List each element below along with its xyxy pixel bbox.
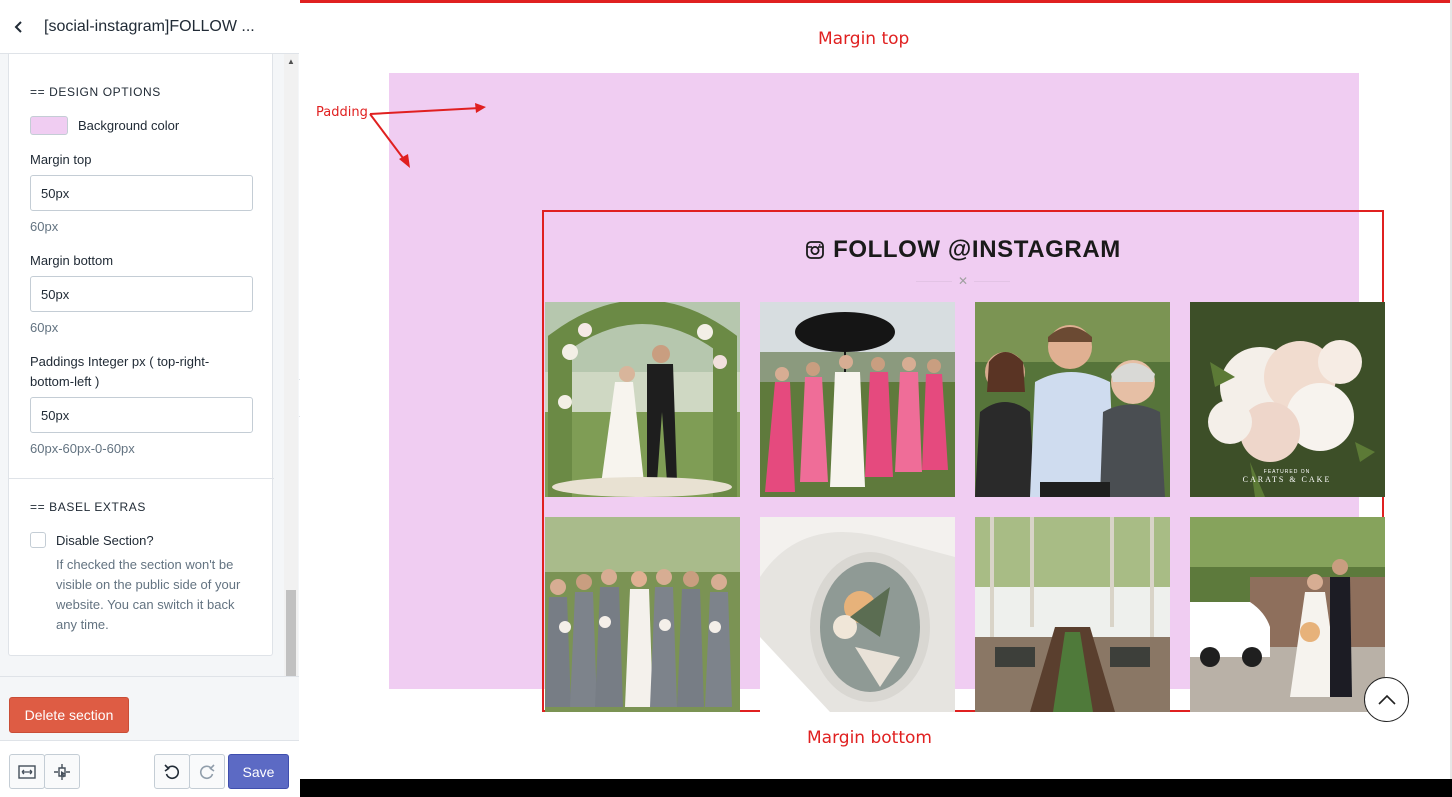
settings-scroll-area[interactable]: == DESIGN OPTIONS Background color Margi… <box>0 54 299 740</box>
delete-section-button[interactable]: Delete section <box>9 697 129 733</box>
instagram-title-text: FOLLOW @INSTAGRAM <box>833 236 1121 263</box>
preview-frame: Margin top FOLLOW @INSTAGRAM ✕ FEATURED … <box>300 0 1452 797</box>
save-button[interactable]: Save <box>228 754 289 789</box>
sidebar-header: [social-instagram]FOLLOW ... <box>0 0 299 54</box>
padding-annotation: Padding <box>316 105 368 120</box>
instagram-photo-3[interactable] <box>975 302 1170 497</box>
scroll-up-arrow-icon[interactable]: ▲ <box>284 54 298 68</box>
instagram-photo-2[interactable] <box>760 302 955 497</box>
instagram-photo-5[interactable] <box>545 517 740 712</box>
redo-button[interactable] <box>189 754 225 789</box>
fit-width-icon <box>18 764 36 779</box>
margin-bottom-input[interactable] <box>30 276 253 312</box>
inspector-button[interactable] <box>44 754 80 789</box>
disable-section-help: If checked the section won't be visible … <box>56 557 241 632</box>
site-footer-strip <box>300 779 1452 797</box>
inspector-icon <box>54 763 70 780</box>
basel-extras-heading: == BASEL EXTRAS <box>30 500 146 514</box>
instagram-photo-1[interactable] <box>545 302 740 497</box>
redo-icon <box>199 763 215 779</box>
margin-bottom-annotation: Margin bottom <box>807 728 932 748</box>
margin-bottom-label: Margin bottom <box>30 253 114 268</box>
paddings-input[interactable] <box>30 397 253 433</box>
settings-card: == DESIGN OPTIONS Background color Margi… <box>8 54 274 656</box>
instagram-photo-6[interactable] <box>760 517 955 712</box>
paddings-label: Paddings Integer px ( top-right-bottom-l… <box>30 354 210 389</box>
background-color-label: Background color <box>78 118 180 133</box>
margin-top-hint: 60px <box>30 219 59 234</box>
sidebar-footer: Save <box>0 740 299 797</box>
margin-bottom-hint: 60px <box>30 320 59 335</box>
sidebar-scrollbar[interactable]: ▲ ▼ <box>284 54 298 740</box>
theme-editor-sidebar: [social-instagram]FOLLOW ... == DESIGN O… <box>0 0 299 797</box>
margin-top-annotation: Margin top <box>818 29 910 49</box>
background-color-swatch[interactable] <box>30 116 68 135</box>
margin-top-input[interactable] <box>30 175 253 211</box>
instagram-section[interactable]: FOLLOW @INSTAGRAM ✕ FEATURED ON CARATS & … <box>389 73 1385 712</box>
top-red-line <box>300 0 1452 3</box>
disable-section-label: Disable Section? <box>56 533 154 548</box>
margin-top-label: Margin top <box>30 152 92 167</box>
tile-badge-large: CARATS & CAKE <box>1243 475 1332 484</box>
instagram-content: FOLLOW @INSTAGRAM ✕ FEATURED ON CARATS & … <box>542 210 1385 712</box>
instagram-photo-8[interactable] <box>1190 517 1385 712</box>
instagram-photo-7[interactable] <box>975 517 1170 712</box>
undo-button[interactable] <box>154 754 190 789</box>
design-options-heading: == DESIGN OPTIONS <box>30 85 161 99</box>
paddings-hint: 60px-60px-0-60px <box>30 441 135 456</box>
instagram-icon <box>806 241 824 259</box>
section-divider <box>9 478 274 479</box>
section-title: [social-instagram]FOLLOW ... <box>44 17 255 35</box>
title-separator: ✕ <box>916 274 1010 288</box>
instagram-photo-4[interactable]: FEATURED ON CARATS & CAKE <box>1190 302 1385 497</box>
padding-arrows <box>369 103 486 168</box>
disable-section-checkbox[interactable] <box>30 532 46 548</box>
back-button[interactable] <box>0 0 38 54</box>
separator-cross-icon: ✕ <box>957 274 969 288</box>
chevron-left-icon <box>14 20 22 33</box>
fit-width-button[interactable] <box>9 754 45 789</box>
delete-area: Delete section <box>0 676 299 740</box>
scroll-to-top-button[interactable] <box>1364 677 1409 722</box>
undo-icon <box>164 763 180 779</box>
instagram-heading: FOLLOW @INSTAGRAM <box>544 236 1382 264</box>
chevron-up-icon <box>1377 694 1396 705</box>
